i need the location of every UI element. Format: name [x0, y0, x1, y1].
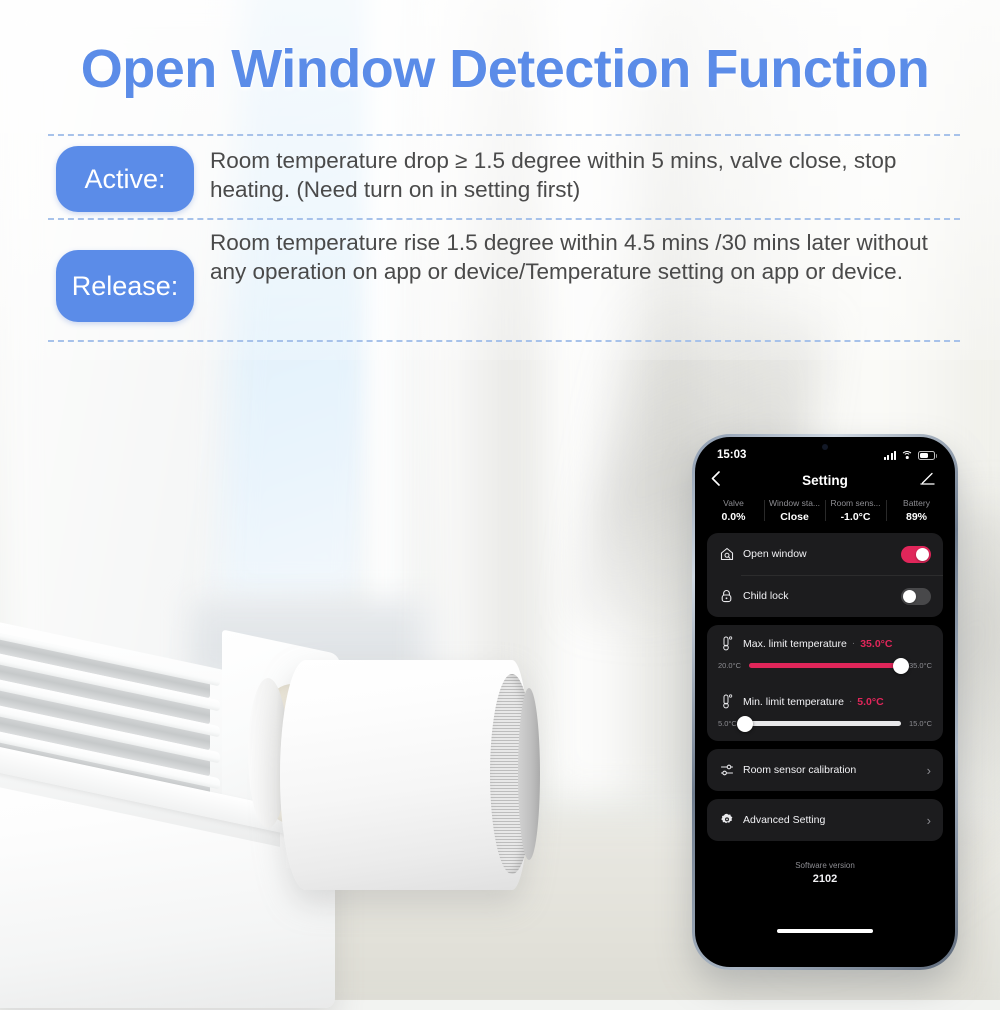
max-slider-fill — [749, 663, 901, 668]
divider-bottom — [48, 340, 960, 342]
radiator-with-thermostat-photo — [0, 618, 747, 1010]
feature-row-release: Release: Room temperature rise 1.5 degre… — [56, 228, 950, 322]
thermometer-icon — [719, 694, 734, 709]
room-sensor-calibration-card[interactable]: Room sensor calibration › — [707, 749, 943, 791]
min-slider-track[interactable] — [736, 715, 901, 732]
stat-value: -1.0°C — [840, 511, 871, 523]
separator-dot: · — [848, 696, 853, 707]
stat-battery: Battery 89% — [886, 497, 947, 524]
page-title: Open Window Detection Function — [80, 39, 930, 100]
open-window-house-icon — [719, 547, 734, 562]
software-version-value: 2102 — [812, 873, 838, 885]
divider-top — [48, 134, 960, 136]
valve-end-cap — [518, 688, 540, 860]
max-limit-header: Max. limit temperature · 35.0°C — [707, 625, 943, 651]
software-version-footer: Software version 2102 — [707, 849, 943, 887]
badge-release: Release: — [56, 250, 194, 322]
app-navbar: Setting — [697, 465, 953, 495]
max-limit-slider[interactable]: 20.0°C 35.0°C — [707, 651, 943, 683]
min-limit-section: Min. limit temperature · 5.0°C 5.0°C 15.… — [707, 683, 943, 741]
phone-screen: 15:03 Setting Valve 0.0% Window sta... C… — [697, 439, 953, 965]
max-limit-value: 35.0°C — [860, 637, 893, 650]
cellular-signal-icon — [883, 450, 896, 460]
max-slider-handle[interactable] — [892, 657, 909, 674]
edit-pencil-icon[interactable] — [919, 472, 939, 488]
min-limit-header: Min. limit temperature · 5.0°C — [707, 683, 943, 709]
max-limit-label: Max. limit temperature — [743, 637, 847, 650]
setting-row-child-lock[interactable]: Child lock — [707, 575, 943, 617]
setting-row-advanced-setting[interactable]: Advanced Setting › — [707, 799, 943, 841]
screen-title: Setting — [802, 472, 848, 488]
stat-label: Valve — [723, 498, 744, 508]
min-slider-fill — [744, 721, 901, 726]
battery-icon — [918, 450, 937, 460]
setting-label: Child lock — [743, 590, 789, 602]
open-window-toggle[interactable] — [901, 545, 931, 563]
stat-label: Window sta... — [768, 498, 821, 508]
stat-value: Close — [780, 511, 809, 523]
child-lock-icon — [719, 589, 734, 604]
min-slider-min-label: 5.0°C — [718, 719, 737, 728]
stat-room-sensor: Room sens... -1.0°C — [825, 497, 886, 524]
max-slider-max-label: 35.0°C — [908, 661, 932, 670]
stat-window-status: Window sta... Close — [764, 497, 825, 524]
software-version-label: Software version — [795, 861, 855, 870]
sliders-icon — [719, 763, 734, 778]
phone-mockup: 15:03 Setting Valve 0.0% Window sta... C… — [692, 434, 958, 970]
description-active: Room temperature drop ≥ 1.5 degree withi… — [210, 148, 897, 202]
badge-active: Active: — [56, 146, 194, 212]
feature-row-active: Active: Room temperature drop ≥ 1.5 degr… — [56, 146, 970, 212]
max-slider-track[interactable] — [749, 657, 909, 674]
max-limit-section: Max. limit temperature · 35.0°C 20.0°C 3… — [707, 625, 943, 683]
settings-list[interactable]: Open window Child lock Max. limit temper… — [697, 533, 953, 965]
chevron-right-icon: › — [926, 812, 931, 828]
chevron-right-icon: › — [926, 762, 931, 778]
gear-icon — [719, 813, 734, 828]
stat-value: 0.0% — [721, 511, 746, 523]
min-limit-label: Min. limit temperature — [743, 695, 844, 708]
description-release: Room temperature rise 1.5 degree within … — [210, 230, 928, 284]
setting-label: Room sensor calibration — [743, 764, 857, 776]
setting-row-open-window[interactable]: Open window — [707, 533, 943, 575]
status-time: 15:03 — [717, 449, 747, 461]
stat-valve: Valve 0.0% — [703, 497, 764, 524]
home-indicator[interactable] — [777, 929, 873, 933]
stat-label: Room sens... — [830, 498, 881, 508]
status-bar: 15:03 — [697, 439, 953, 465]
min-limit-value: 5.0°C — [857, 695, 884, 708]
separator-dot: · — [851, 638, 856, 649]
toggles-card: Open window Child lock — [707, 533, 943, 617]
status-summary-row: Valve 0.0% Window sta... Close Room sens… — [697, 495, 953, 533]
min-slider-handle[interactable] — [736, 715, 753, 732]
stat-value: 89% — [905, 511, 927, 523]
phone-bezel: 15:03 Setting Valve 0.0% Window sta... C… — [695, 437, 955, 967]
back-button[interactable] — [711, 471, 731, 489]
wifi-icon — [901, 450, 913, 460]
min-slider-max-label: 15.0°C — [908, 719, 932, 728]
temperature-limits-card: Max. limit temperature · 35.0°C 20.0°C 3… — [707, 625, 943, 741]
status-icons — [883, 450, 937, 460]
advanced-setting-card[interactable]: Advanced Setting › — [707, 799, 943, 841]
min-limit-slider[interactable]: 5.0°C 15.0°C — [707, 709, 943, 741]
stat-label: Battery — [903, 498, 930, 508]
max-slider-min-label: 20.0°C — [718, 661, 742, 670]
thermometer-icon — [719, 636, 734, 651]
setting-label: Open window — [743, 548, 807, 560]
child-lock-toggle[interactable] — [901, 587, 931, 605]
divider-middle — [48, 218, 960, 220]
setting-row-room-sensor-calibration[interactable]: Room sensor calibration › — [707, 749, 943, 791]
setting-label: Advanced Setting — [743, 814, 826, 826]
